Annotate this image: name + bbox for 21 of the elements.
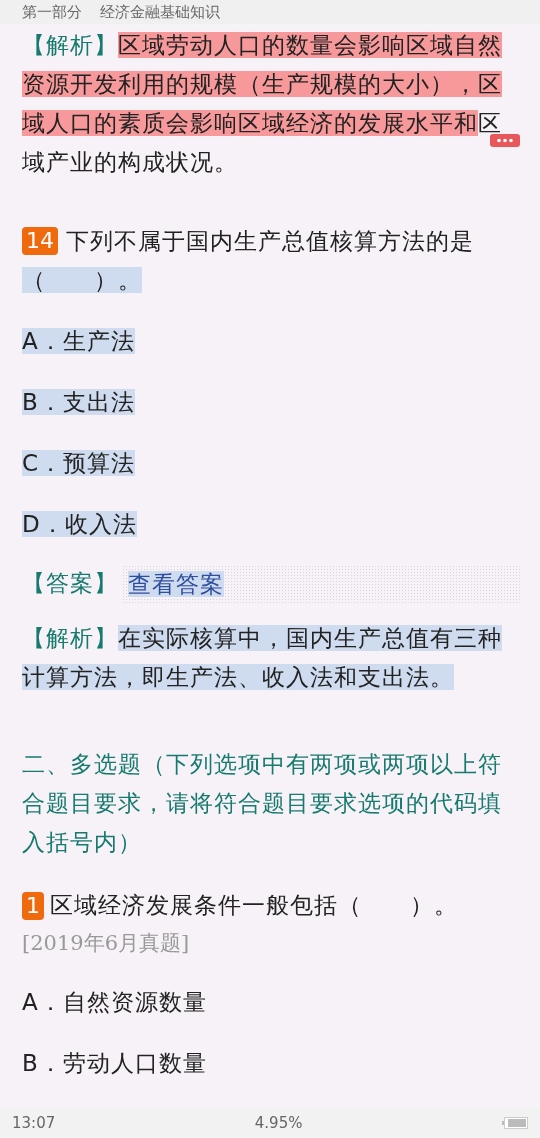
part-title: 第一部分 (22, 2, 82, 22)
answer-option[interactable]: B．支出法 (22, 389, 135, 415)
question-text: 区域经济发展条件一般包括（ ）。 (50, 891, 458, 920)
answer-option[interactable]: B．劳动人口数量 (22, 1050, 207, 1076)
answer-option[interactable]: D．收入法 (22, 511, 137, 537)
answer-reveal-area[interactable]: 查看答案 (122, 564, 520, 603)
explanation-text: 【解析】在实际核算中，国内生产总值有三种计算方法，即生产法、收入法和支出法。 (22, 624, 503, 692)
answer-option[interactable]: C．预算法 (22, 450, 136, 476)
more-icon[interactable] (490, 134, 520, 147)
question-number: 1 (22, 891, 44, 920)
page-percentage: 4.95% (254, 1114, 303, 1132)
battery-icon (502, 1117, 528, 1129)
chapter-title: 经济金融基础知识 (100, 2, 220, 22)
question-source: [2019年6月真题] (22, 930, 191, 957)
answer-option[interactable]: A．自然资源数量 (22, 989, 207, 1015)
clock-time: 13:07 (12, 1114, 56, 1132)
view-answer-link[interactable]: 查看答案 (128, 570, 224, 597)
answer-label: 【答案】 (22, 569, 118, 598)
section-heading: 二、多选题（下列选项中有两项或两项以上符合题目要求，请将符合题目要求选项的代码填入括号内） (22, 750, 503, 857)
answer-option[interactable]: A．生产法 (22, 328, 135, 354)
question-number: 14 (22, 227, 58, 255)
